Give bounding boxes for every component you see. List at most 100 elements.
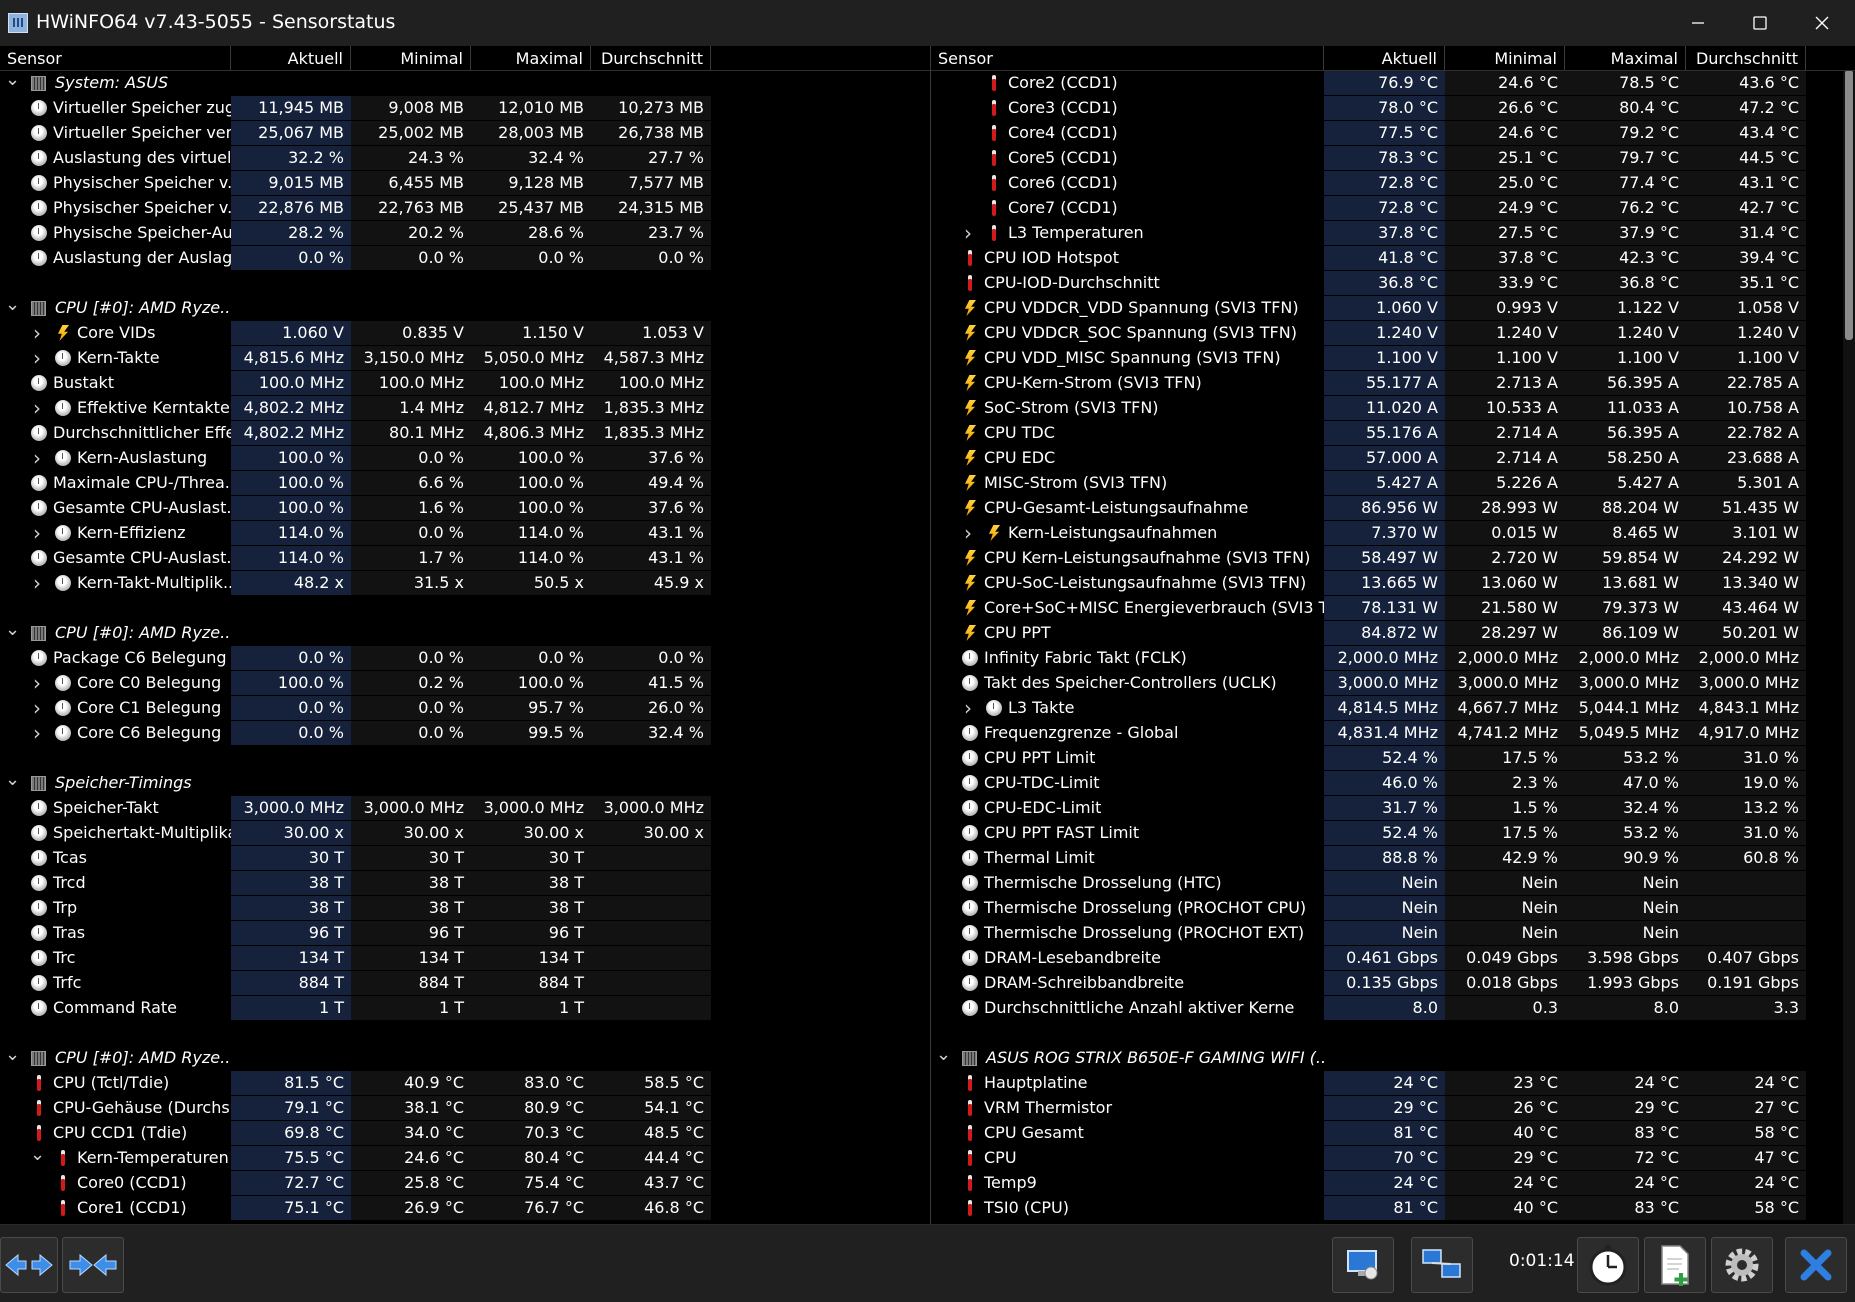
sensor-row[interactable]: CPU-Gesamt-Leistungsaufnahme 86.956 W 28.9… [931,496,1855,521]
sensor-row[interactable]: Trp 38 T 38 T 38 T [0,896,930,921]
sensor-row[interactable]: › Core VIDs 1.060 V 0.835 V 1.150 V 1.053 V [0,321,930,346]
sensor-row[interactable]: Core1 (CCD1) 75.1 °C 26.9 °C 76.7 °C 46.8 °C [0,1196,930,1221]
sensor-row[interactable]: CPU IOD Hotspot 41.8 °C 37.8 °C 42.3 °C 39.4… [931,246,1855,271]
expand-chevron-icon[interactable]: › [30,346,44,370]
sensor-row[interactable]: CPU-SoC-Leistungsaufnahme (SVI3 TFN) 13.6… [931,571,1855,596]
minimize-button[interactable] [1667,0,1729,46]
sensor-row[interactable]: CPU Kern-Leistungsaufnahme (SVI3 TFN) 58.… [931,546,1855,571]
sensor-row[interactable]: Gesamte CPU-Auslast... 114.0 % 1.7 % 114.0 … [0,546,930,571]
sensor-group-row[interactable]: ⌄ CPU [#0]: AMD Ryze... [0,621,930,646]
sensor-row[interactable]: › Kern-Auslastung 100.0 % 0.0 % 100.0 % 37.6 … [0,446,930,471]
sensor-row[interactable]: TSI0 (CPU) 81 °C 40 °C 83 °C 58 °C [931,1196,1855,1221]
expand-chevron-icon[interactable]: › [30,671,44,695]
sensor-row[interactable]: Maximale CPU-/Threa... 100.0 % 6.6 % 100.0 … [0,471,930,496]
sensor-row[interactable]: CPU 70 °C 29 °C 72 °C 47 °C [931,1146,1855,1171]
column-header-minimal[interactable]: Minimal [1445,46,1565,70]
column-header-aktuell[interactable]: Aktuell [1324,46,1445,70]
collapse-chevron-icon[interactable]: ⌄ [5,71,20,89]
sensor-row[interactable]: CPU (Tctl/Tdie) 81.5 °C 40.9 °C 83.0 °C 58.5… [0,1071,930,1096]
expand-chevron-icon[interactable]: › [961,221,975,245]
sensor-row[interactable]: Trfc 884 T 884 T 884 T [0,971,930,996]
collapse-chevron-icon[interactable]: ⌄ [5,771,20,789]
sensor-row[interactable]: Core+SoC+MISC Energieverbrauch (SVI3 TF.… [931,596,1855,621]
sensor-row[interactable]: › Kern-Takt-Multiplik... 48.2 x 31.5 x 50.5 … [0,571,930,596]
column-header-maximal[interactable]: Maximal [471,46,591,70]
column-header-durchschnitt[interactable]: Durchschnitt [1686,46,1806,70]
sensor-row[interactable]: CPU-TDC-Limit 46.0 % 2.3 % 47.0 % 19.0 % [931,771,1855,796]
sensor-row[interactable]: › L3 Temperaturen 37.8 °C 27.5 °C 37.9 °C 31.… [931,221,1855,246]
sensor-row[interactable]: › Effektive Kerntakte 4,802.2 MHz 1.4 MHz 4,… [0,396,930,421]
sensor-row[interactable]: Package C6 Belegung 0.0 % 0.0 % 0.0 % 0.0 % [0,646,930,671]
sensor-row[interactable]: Core0 (CCD1) 72.7 °C 25.8 °C 75.4 °C 43.7 °C [0,1171,930,1196]
collapse-chevron-icon[interactable]: ⌄ [936,1046,951,1064]
sensor-row[interactable]: Infinity Fabric Takt (FCLK) 2,000.0 MHz 2,… [931,646,1855,671]
sensor-row[interactable]: Durchschnittliche Anzahl aktiver Kerne 8.… [931,996,1855,1021]
sensor-group-row[interactable]: ⌄ ASUS ROG STRIX B650E-F GAMING WIFI (... [931,1046,1855,1071]
sensor-group-row[interactable]: ⌄ CPU [#0]: AMD Ryze... [0,1046,930,1071]
sensor-group-row[interactable]: ⌄ Speicher-Timings [0,771,930,796]
maximize-button[interactable] [1729,0,1791,46]
expand-chevron-icon[interactable]: › [30,696,44,720]
sensor-row[interactable]: VRM Thermistor 29 °C 26 °C 29 °C 27 °C [931,1096,1855,1121]
collapse-chevron-icon[interactable]: ⌄ [30,1146,45,1164]
sensor-row[interactable]: Thermische Drosselung (PROCHOT EXT) Nein N… [931,921,1855,946]
sensor-row[interactable]: Trc 134 T 134 T 134 T [0,946,930,971]
column-header-maximal[interactable]: Maximal [1565,46,1686,70]
expand-chevron-icon[interactable]: › [30,396,44,420]
sensor-row[interactable]: › Kern-Takte 4,815.6 MHz 3,150.0 MHz 5,050.0… [0,346,930,371]
sensor-row[interactable]: › Kern-Effizienz 114.0 % 0.0 % 114.0 % 43.1 % [0,521,930,546]
sensor-row[interactable]: Physischer Speicher v... 22,876 MB 22,763 … [0,196,930,221]
sensor-monitor-button[interactable] [1332,1237,1394,1293]
sensor-row[interactable]: ⌄ Kern-Temperaturen 75.5 °C 24.6 °C 80.4 °C 4… [0,1146,930,1171]
sensor-row[interactable]: Auslastung des virtuel... 32.2 % 24.3 % 32.… [0,146,930,171]
sensor-row[interactable]: › Core C1 Belegung 0.0 % 0.0 % 95.7 % 26.0 % [0,696,930,721]
expand-all-button[interactable] [0,1237,58,1293]
sensor-row[interactable]: Core6 (CCD1) 72.8 °C 25.0 °C 77.4 °C 43.1 °C [931,171,1855,196]
close-window-button[interactable] [1791,0,1853,46]
sensor-row[interactable]: SoC-Strom (SVI3 TFN) 11.020 A 10.533 A 11.0… [931,396,1855,421]
sensor-row[interactable]: › Core C0 Belegung 100.0 % 0.2 % 100.0 % 41.5… [0,671,930,696]
sensor-row[interactable]: Command Rate 1 T1 T1 T [0,996,930,1021]
column-header-durchschnitt[interactable]: Durchschnitt [591,46,711,70]
sensor-row[interactable]: Thermische Drosselung (PROCHOT CPU) Nein N… [931,896,1855,921]
sensor-row[interactable]: CPU PPT FAST Limit 52.4 % 17.5 % 53.2 % 31.0… [931,821,1855,846]
sensor-row[interactable]: › L3 Takte 4,814.5 MHz 4,667.7 MHz 5,044.1 M… [931,696,1855,721]
sensor-row[interactable]: Trcd 38 T 38 T 38 T [0,871,930,896]
sensor-row[interactable]: CPU-Gehäuse (Durchs... 79.1 °C 38.1 °C 80.9… [0,1096,930,1121]
sensor-row[interactable]: CPU EDC 57.000 A 2.714 A 58.250 A 23.688 A [931,446,1855,471]
logging-button[interactable] [1644,1237,1706,1293]
sensor-row[interactable]: Hauptplatine 24 °C 23 °C 24 °C 24 °C [931,1071,1855,1096]
sensor-row[interactable]: Speicher-Takt 3,000.0 MHz 3,000.0 MHz 3,000… [0,796,930,821]
reset-timer-button[interactable] [1577,1237,1639,1293]
sensor-row[interactable]: Core3 (CCD1) 78.0 °C 26.6 °C 80.4 °C 47.2 °C [931,96,1855,121]
sensor-row[interactable]: Auslastung der Auslag... 0.0 % 0.0 % 0.0 % 0… [0,246,930,271]
sensor-row[interactable]: CPU PPT 84.872 W 28.297 W 86.109 W 50.201 W [931,621,1855,646]
sensor-row[interactable]: CPU VDDCR_VDD Spannung (SVI3 TFN) 1.060 V… [931,296,1855,321]
sensor-row[interactable]: Temp9 24 °C 24 °C 24 °C 24 °C [931,1171,1855,1196]
collapse-chevron-icon[interactable]: ⌄ [5,296,20,314]
sensor-row[interactable]: DRAM-Schreibbandbreite 0.135 Gbps 0.018 Gb… [931,971,1855,996]
sensor-row[interactable]: Physischer Speicher v... 9,015 MB 6,455 MB… [0,171,930,196]
sensor-row[interactable]: › Core C6 Belegung 0.0 % 0.0 % 99.5 % 32.4 % [0,721,930,746]
expand-chevron-icon[interactable]: › [30,721,44,745]
column-header-aktuell[interactable]: Aktuell [231,46,351,70]
column-header-sensor[interactable]: Sensor [931,46,1324,70]
sensor-row[interactable]: Virtueller Speicher zug... 11,945 MB 9,008… [0,96,930,121]
sensor-group-row[interactable]: ⌄ CPU [#0]: AMD Ryze... [0,296,930,321]
sensor-row[interactable]: CPU-EDC-Limit 31.7 % 1.5 % 32.4 % 13.2 % [931,796,1855,821]
sensor-row[interactable]: DRAM-Lesebandbreite 0.461 Gbps 0.049 Gbps 3… [931,946,1855,971]
sensor-row[interactable]: Core2 (CCD1) 76.9 °C 24.6 °C 78.5 °C 43.6 °C [931,71,1855,96]
sensor-row[interactable]: Durchschnittlicher Effe... 4,802.2 MHz 80.… [0,421,930,446]
sensor-row[interactable]: Bustakt 100.0 MHz 100.0 MHz 100.0 MHz 100.0 … [0,371,930,396]
sensor-row[interactable]: Frequenzgrenze - Global 4,831.4 MHz 4,741.… [931,721,1855,746]
sensor-row[interactable]: CPU-IOD-Durchschnitt 36.8 °C 33.9 °C 36.8 °… [931,271,1855,296]
sensor-row[interactable]: Thermal Limit 88.8 % 42.9 % 90.9 % 60.8 % [931,846,1855,871]
sensor-row[interactable]: CPU PPT Limit 52.4 % 17.5 % 53.2 % 31.0 % [931,746,1855,771]
sensor-row[interactable]: CPU Gesamt 81 °C 40 °C 83 °C 58 °C [931,1121,1855,1146]
sensor-row[interactable]: Core4 (CCD1) 77.5 °C 24.6 °C 79.2 °C 43.4 °C [931,121,1855,146]
sensor-group-row[interactable]: ⌄ System: ASUS [0,71,930,96]
network-button[interactable] [1411,1237,1473,1293]
column-header-sensor[interactable]: Sensor [0,46,231,70]
sensor-row[interactable]: CPU TDC 55.176 A 2.714 A 56.395 A 22.782 A [931,421,1855,446]
expand-chevron-icon[interactable]: › [30,321,44,345]
